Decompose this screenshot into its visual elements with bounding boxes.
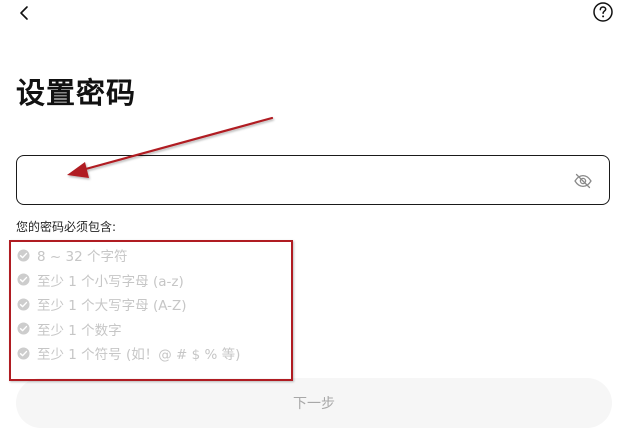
password-field[interactable] — [16, 155, 610, 206]
requirement-label: 8 ~ 32 个字符 — [37, 249, 128, 266]
check-circle-icon — [17, 298, 30, 311]
check-circle-icon — [17, 249, 30, 262]
requirement-label: 至少 1 个数字 — [37, 322, 122, 339]
question-circle-icon — [593, 2, 613, 22]
help-button[interactable] — [592, 1, 614, 23]
requirement-label: 至少 1 个大写字母 (A-Z) — [37, 298, 187, 315]
requirement-symbol: 至少 1 个符号 (如！@ # $ % 等) — [17, 341, 240, 366]
next-button[interactable]: 下一步 — [16, 378, 612, 428]
requirements-list: 8 ~ 32 个字符 至少 1 个小写字母 (a-z) 至少 1 个大写字母 (… — [17, 243, 240, 366]
requirements-heading: 您的密码必须包含: — [16, 220, 117, 234]
requirement-length: 8 ~ 32 个字符 — [17, 243, 240, 268]
check-circle-icon — [17, 273, 30, 286]
check-circle-icon — [17, 322, 30, 335]
requirement-digit: 至少 1 个数字 — [17, 317, 240, 342]
page-title: 设置密码 — [16, 76, 137, 110]
eye-off-icon[interactable] — [573, 171, 593, 191]
back-button[interactable] — [14, 2, 36, 24]
chevron-left-icon — [20, 6, 28, 20]
requirement-lowercase: 至少 1 个小写字母 (a-z) — [17, 268, 240, 293]
password-input[interactable] — [31, 156, 575, 206]
requirement-uppercase: 至少 1 个大写字母 (A-Z) — [17, 292, 240, 317]
requirement-label: 至少 1 个小写字母 (a-z) — [37, 273, 184, 290]
requirement-label: 至少 1 个符号 (如！@ # $ % 等) — [37, 347, 241, 364]
check-circle-icon — [17, 347, 30, 360]
